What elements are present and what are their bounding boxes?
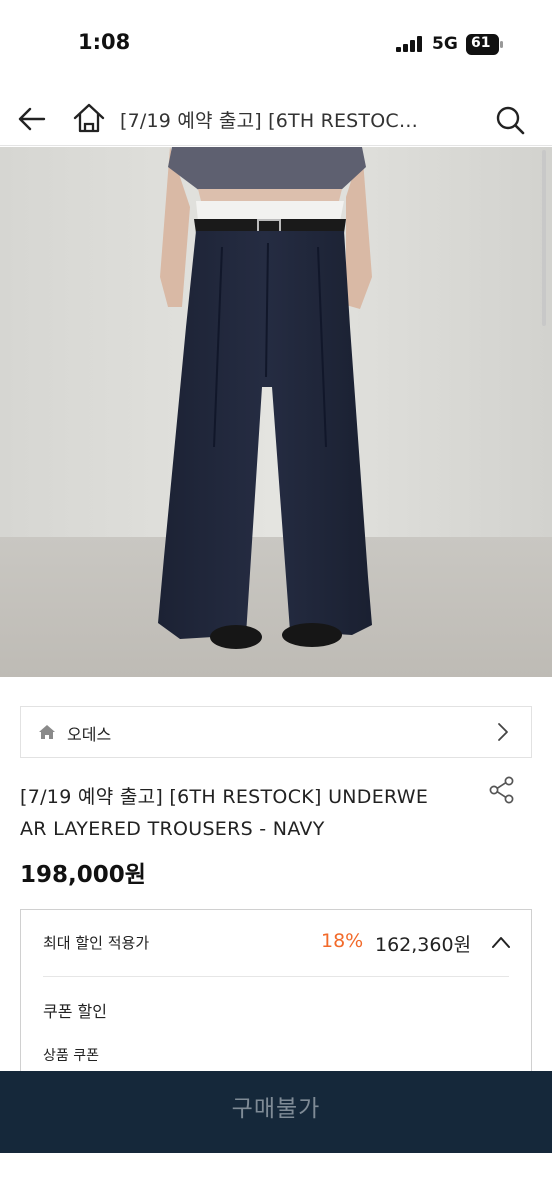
page-title: [7/19 예약 출고] [6TH RESTOC… (120, 110, 419, 132)
divider (43, 976, 509, 977)
battery-icon: 61 (466, 34, 503, 55)
status-time: 1:08 (78, 30, 131, 54)
back-arrow-icon[interactable] (16, 104, 48, 134)
chevron-up-icon[interactable] (491, 934, 511, 950)
discount-price: 162,360원 (375, 934, 472, 956)
nav-bar: [7/19 예약 출고] [6TH RESTOC… (0, 92, 552, 146)
buy-button[interactable]: 구매불가 (0, 1071, 552, 1153)
product-title-line1: [7/19 예약 출고] [6TH RESTOCK] UNDERWE (20, 786, 429, 808)
search-icon[interactable] (494, 104, 526, 136)
chevron-right-icon (498, 723, 508, 741)
product-image[interactable] (0, 147, 552, 677)
max-discount-label: 최대 할인 적용가 (43, 934, 150, 952)
status-bar: 1:08 5G 61 (0, 0, 552, 92)
store-home-icon (39, 725, 55, 739)
product-coupon-label: 상품 쿠폰 (43, 1048, 99, 1064)
network-label: 5G (432, 34, 458, 54)
scrollbar[interactable] (542, 150, 546, 326)
bottom-safe-area (0, 1153, 552, 1200)
product-photo (0, 147, 552, 677)
battery-level: 61 (471, 35, 491, 51)
coupon-discount-label: 쿠폰 할인 (43, 1002, 107, 1021)
share-icon[interactable] (488, 776, 516, 804)
product-price: 198,000원 (20, 862, 146, 888)
signal-icon (396, 36, 422, 52)
discount-percent: 18% (321, 930, 364, 952)
home-icon[interactable] (72, 102, 106, 134)
product-title-line2: AR LAYERED TROUSERS - NAVY (20, 818, 325, 840)
product-title: [7/19 예약 출고] [6TH RESTOCK] UNDERWE AR LA… (20, 781, 470, 845)
buy-button-label: 구매불가 (231, 1096, 321, 1122)
brand-name: 오데스 (67, 725, 112, 744)
brand-store-link[interactable]: 오데스 (20, 706, 532, 758)
